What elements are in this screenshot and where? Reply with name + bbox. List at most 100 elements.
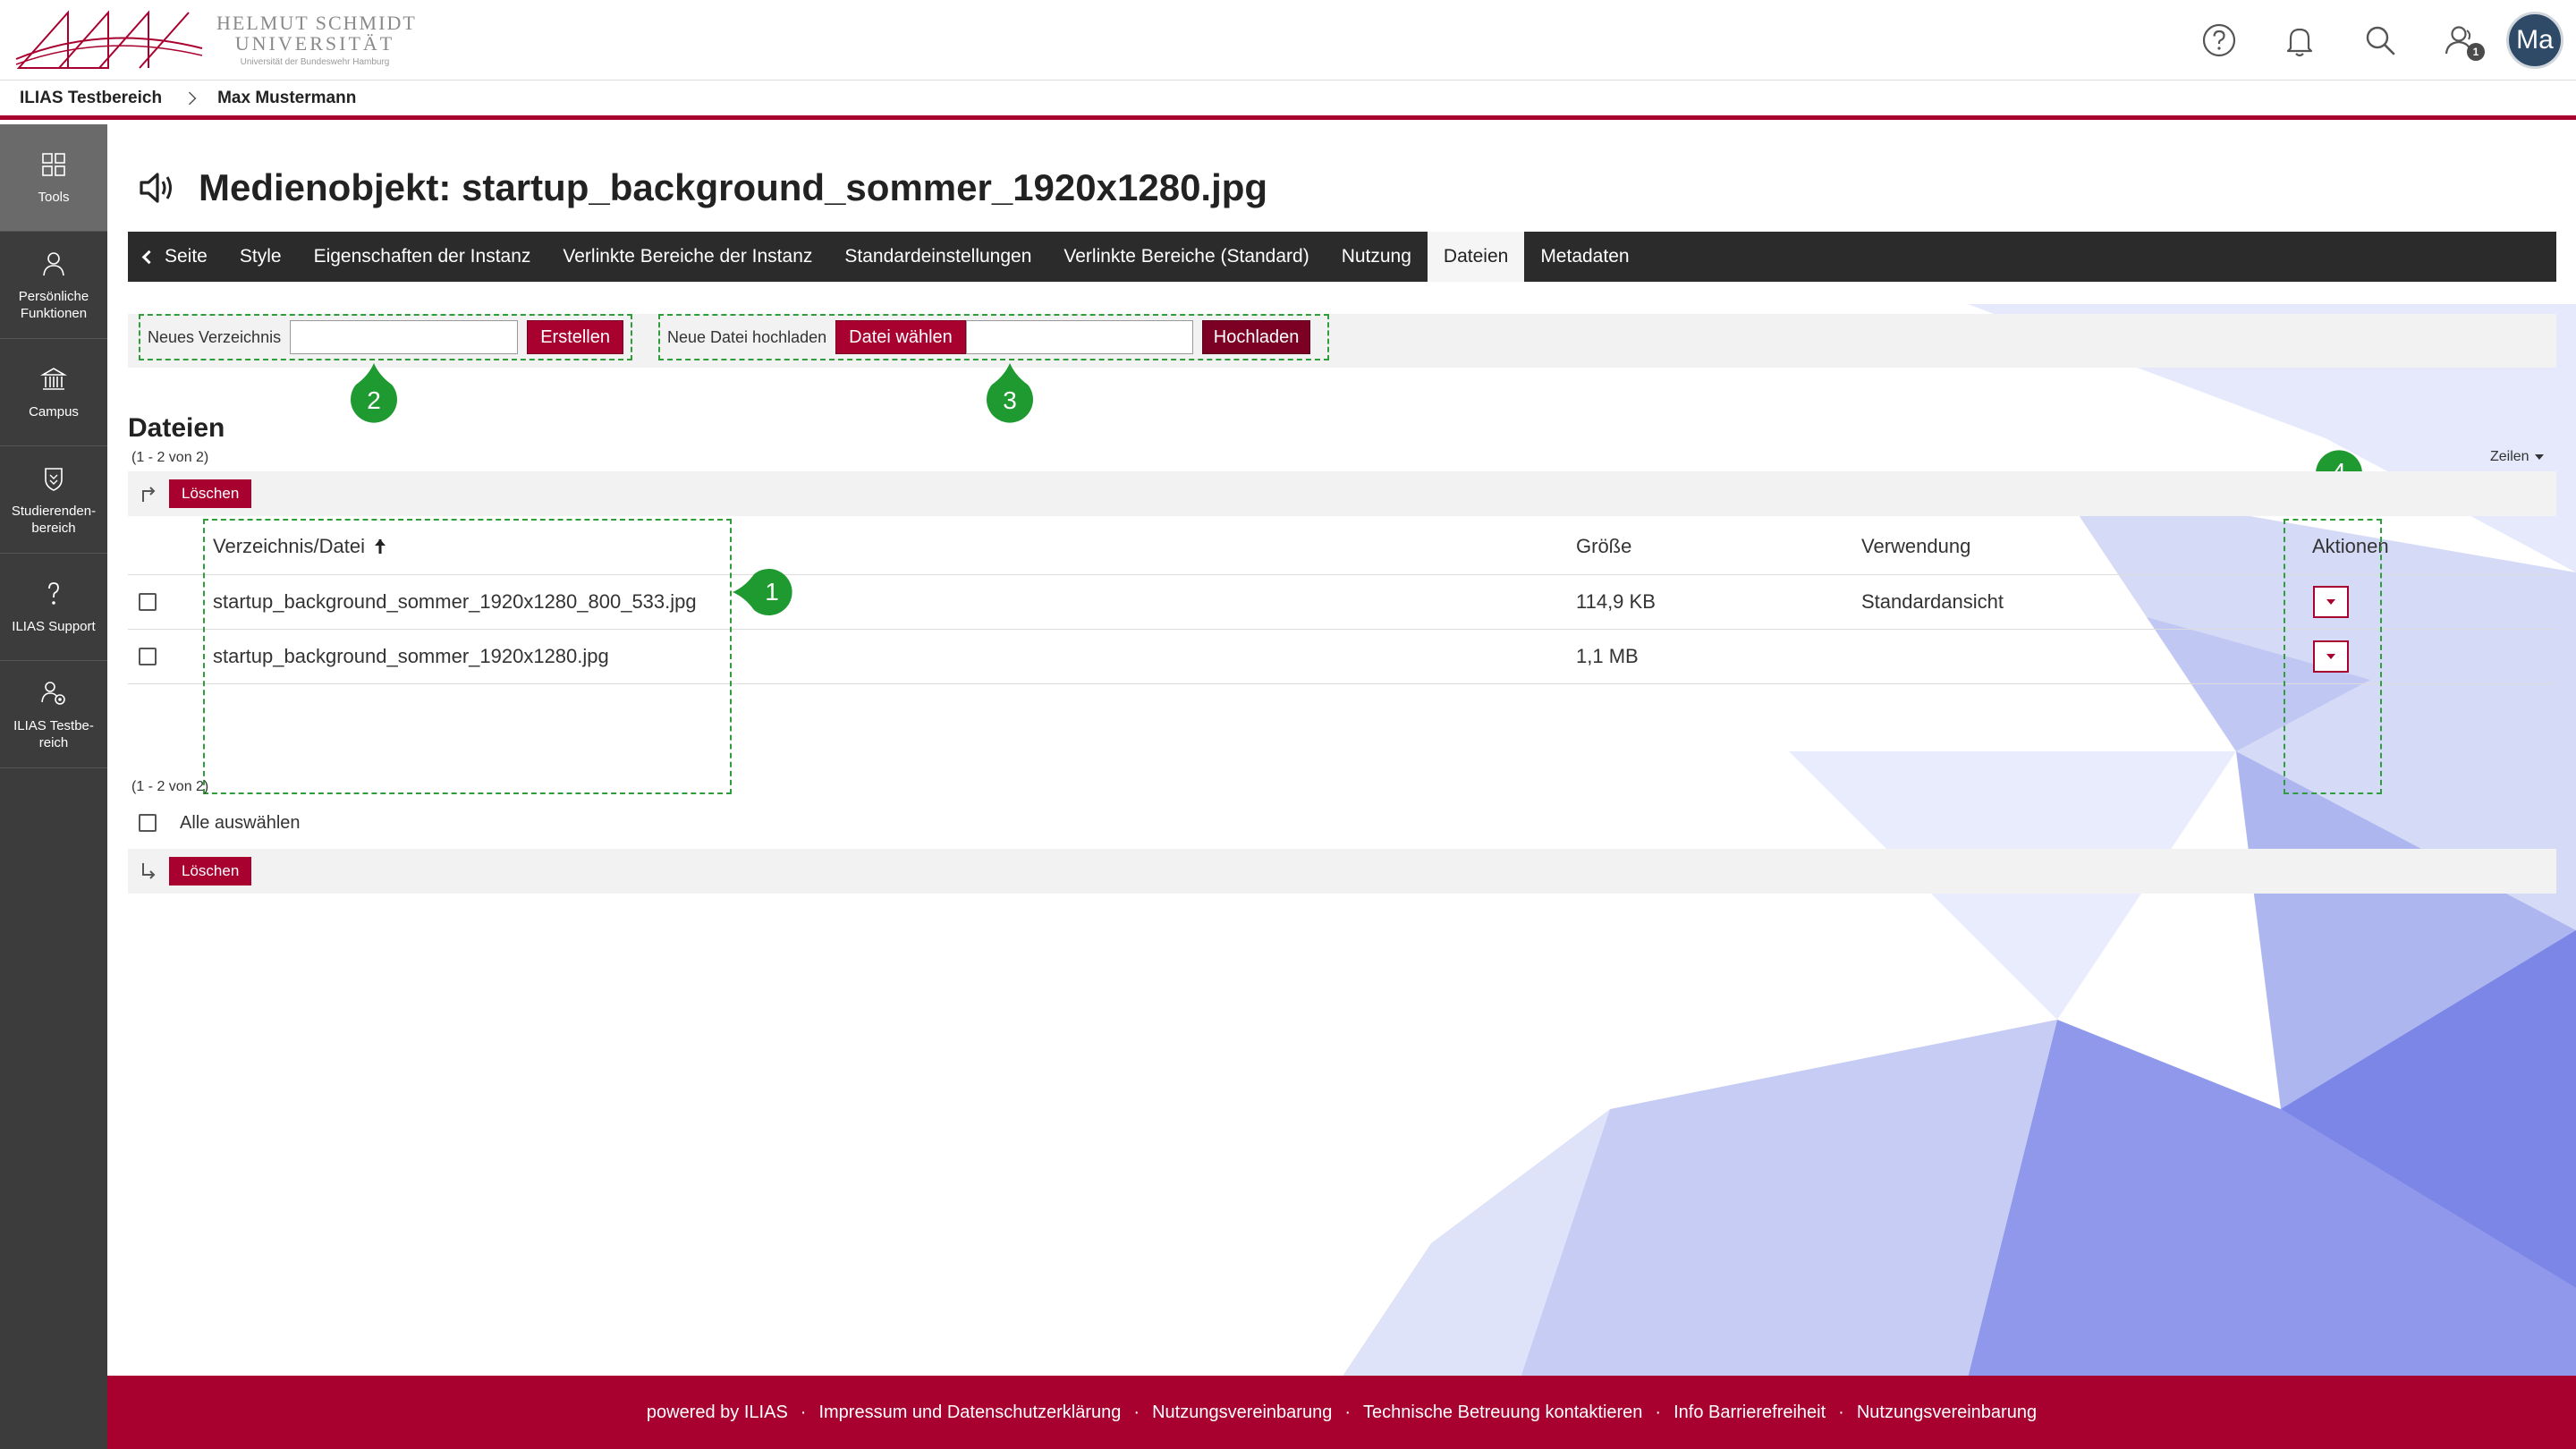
breadcrumb-item-user[interactable]: Max Mustermann xyxy=(217,89,356,108)
upload-file-group: Neue Datei hochladen Datei wählen Hochla… xyxy=(658,314,1329,360)
footer-separator: · xyxy=(1838,1402,1844,1422)
table-row: startup_background_sommer_1920x1280_800_… xyxy=(128,575,2556,630)
mainbar-item-tools[interactable]: Tools xyxy=(0,124,107,232)
tab-label: Seite xyxy=(165,246,208,267)
caret-down-icon xyxy=(2326,654,2335,659)
tab-metadata[interactable]: Metadaten xyxy=(1524,232,1645,282)
breadcrumb-item-repository[interactable]: ILIAS Testbereich xyxy=(20,89,162,108)
logo-wordmark: HELMUT SCHMIDT UNIVERSITÄT Universität d… xyxy=(216,12,417,68)
column-header-size[interactable]: Größe xyxy=(1576,519,1631,574)
caret-down-icon xyxy=(2326,599,2335,605)
logo-line-3: Universität der Bundeswehr Hamburg xyxy=(240,57,390,67)
arrow-turn-down-right-icon xyxy=(142,863,156,879)
footer-separator: · xyxy=(1133,1402,1140,1422)
footer-link-contact-support[interactable]: Technische Betreuung kontaktieren xyxy=(1363,1402,1642,1423)
help-button[interactable] xyxy=(2179,0,2259,80)
row-checkbox[interactable] xyxy=(139,648,157,665)
new-directory-input[interactable] xyxy=(290,320,519,354)
tab-instance-linked-areas[interactable]: Verlinkte Bereiche der Instanz xyxy=(547,232,828,282)
tab-instance-properties[interactable]: Eigenschaften der Instanz xyxy=(298,232,547,282)
column-header-name[interactable]: Verzeichnis/Datei xyxy=(213,519,388,574)
mainbar-item-support[interactable]: ILIAS Support xyxy=(0,554,107,661)
footer-separator: · xyxy=(1655,1402,1662,1422)
page-header: Medienobjekt: startup_background_sommer_… xyxy=(136,157,1267,219)
mainbar-item-personal[interactable]: Persönliche Funktionen xyxy=(0,232,107,339)
row-actions-cell xyxy=(2313,630,2349,683)
tab-files[interactable]: Dateien xyxy=(1427,232,1525,282)
annotation-number: 2 xyxy=(367,386,381,414)
logo-mark-icon xyxy=(15,10,203,69)
avatar[interactable]: Ma xyxy=(2506,12,2563,69)
search-icon xyxy=(2366,26,2395,55)
tab-style[interactable]: Style xyxy=(224,232,298,282)
footer-separator: · xyxy=(800,1402,807,1422)
top-header: HELMUT SCHMIDT UNIVERSITÄT Universität d… xyxy=(0,0,2576,80)
rows-per-page-dropdown[interactable]: Zeilen xyxy=(2490,449,2544,465)
help-icon xyxy=(2202,23,2236,57)
campus-icon xyxy=(40,368,67,390)
mainbar-item-campus[interactable]: Campus xyxy=(0,339,107,446)
annotation-number: 3 xyxy=(1003,386,1017,414)
arrow-turn-right-icon xyxy=(142,487,156,502)
select-all-checkbox[interactable] xyxy=(139,814,157,832)
delete-button-bottom[interactable]: Löschen xyxy=(169,857,252,886)
mainbar-item-students[interactable]: Studierenden-bereich xyxy=(0,446,107,554)
question-icon xyxy=(48,582,59,605)
upload-button[interactable]: Hochladen xyxy=(1201,320,1311,354)
actions-dropdown-button[interactable] xyxy=(2313,640,2349,673)
repository-icon xyxy=(41,681,65,705)
row-actions-cell xyxy=(2313,575,2349,629)
column-header-usage[interactable]: Verwendung xyxy=(1861,519,1970,574)
notifications-button[interactable] xyxy=(2259,0,2340,80)
choose-file-button[interactable]: Datei wählen xyxy=(835,320,966,354)
select-all-label[interactable]: Alle auswählen xyxy=(180,813,301,834)
page-footer: powered by ILIAS · Impressum und Datensch… xyxy=(107,1376,2576,1449)
logo-line-1: HELMUT SCHMIDT xyxy=(216,12,417,34)
actions-dropdown-button[interactable] xyxy=(2313,586,2349,618)
table-row: startup_background_sommer_1920x1280.jpg … xyxy=(128,630,2556,684)
create-directory-button[interactable]: Erstellen xyxy=(527,320,623,354)
tab-usage[interactable]: Nutzung xyxy=(1326,232,1428,282)
mainbar-label: Tools xyxy=(38,190,70,205)
tab-default-settings[interactable]: Standardeinstellungen xyxy=(828,232,1047,282)
file-usage: Standardansicht xyxy=(1861,590,2004,613)
footer-link-accessibility[interactable]: Info Barrierefreiheit xyxy=(1674,1402,1826,1423)
file-size: 114,9 KB xyxy=(1576,590,1656,613)
logo-line-2: UNIVERSITÄT xyxy=(234,32,395,55)
files-table: Verzeichnis/Datei Größe Verwendung Aktio… xyxy=(128,519,2556,684)
files-section-title: Dateien xyxy=(128,413,225,443)
chosen-file-field[interactable] xyxy=(965,320,1193,354)
file-name[interactable]: startup_background_sommer_1920x1280.jpg xyxy=(213,630,609,683)
university-logo[interactable]: HELMUT SCHMIDT UNIVERSITÄT Universität d… xyxy=(14,5,415,75)
tab-bar: Seite Style Eigenschaften der Instanz Ve… xyxy=(128,232,2556,282)
caret-down-icon xyxy=(2534,454,2544,460)
footer-link-powered-by[interactable]: powered by ILIAS xyxy=(647,1402,788,1423)
main-content: Medienobjekt: startup_background_sommer_… xyxy=(107,124,2576,1377)
delete-button-top[interactable]: Löschen xyxy=(169,479,252,508)
annotation-number: 1 xyxy=(765,578,779,606)
search-button[interactable] xyxy=(2340,0,2420,80)
annotation-marker-1: 1 xyxy=(733,567,795,617)
sort-ascending-icon xyxy=(374,539,386,554)
annotation-marker-2: 2 xyxy=(349,363,399,426)
user-notifications-button[interactable]: 1 xyxy=(2420,0,2501,80)
select-all-row: Alle auswählen xyxy=(128,799,301,847)
meta-bar: 1 Ma xyxy=(2179,0,2576,80)
file-name[interactable]: startup_background_sommer_1920x1280_800_… xyxy=(213,575,697,629)
column-header-actions: Aktionen xyxy=(2312,535,2389,557)
mainbar-label: Studierenden-bereich xyxy=(11,503,97,536)
pagination-count-bottom: (1 - 2 von 2) xyxy=(131,779,209,794)
tools-icon xyxy=(42,153,65,176)
tab-back-page[interactable]: Seite xyxy=(128,232,224,282)
footer-separator: · xyxy=(1344,1402,1351,1422)
footer-link-imprint[interactable]: Impressum und Datenschutzerklärung xyxy=(818,1402,1121,1423)
tab-default-linked-areas[interactable]: Verlinkte Bereiche (Standard) xyxy=(1047,232,1325,282)
footer-link-terms[interactable]: Nutzungsvereinbarung xyxy=(1152,1402,1332,1423)
mainbar-label: ILIAS Support xyxy=(12,619,96,634)
column-header-name-label: Verzeichnis/Datei xyxy=(213,535,365,557)
row-checkbox[interactable] xyxy=(139,593,157,611)
breadcrumb: ILIAS Testbereich Max Mustermann xyxy=(0,80,2576,120)
mainbar-item-repository[interactable]: ILIAS Testbe-reich xyxy=(0,661,107,768)
footer-link-terms-2[interactable]: Nutzungsvereinbarung xyxy=(1857,1402,2037,1423)
bell-icon xyxy=(2286,28,2313,57)
